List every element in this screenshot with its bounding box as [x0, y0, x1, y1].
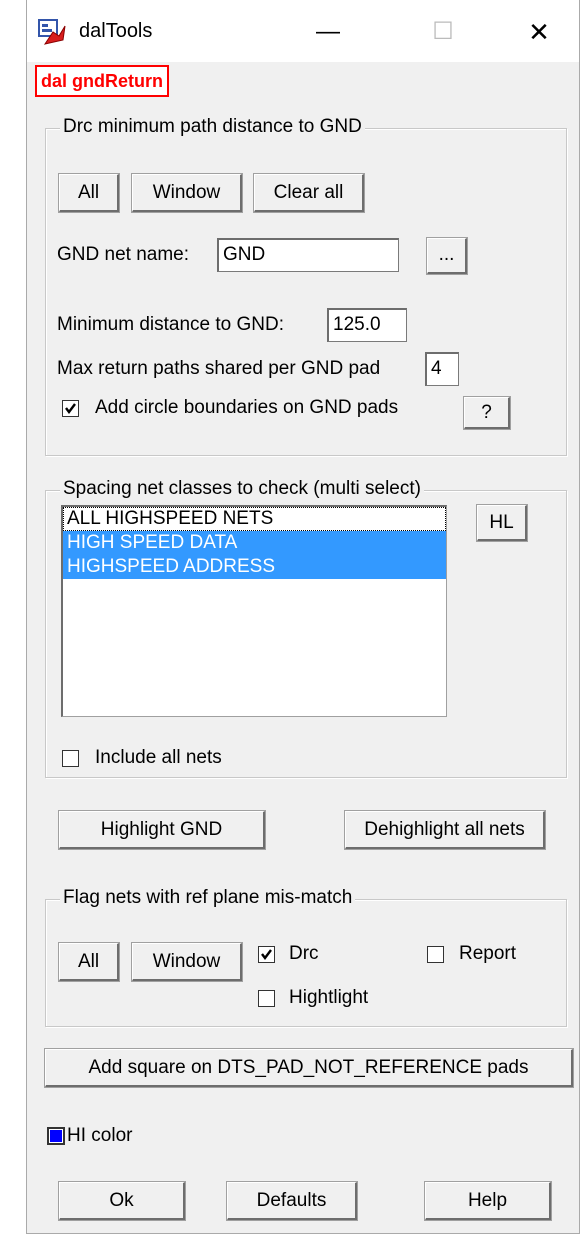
gnd-net-name-label: GND net name:: [57, 244, 189, 265]
highlight-checkbox[interactable]: [258, 990, 275, 1007]
close-icon[interactable]: ✕: [514, 10, 564, 54]
hl-button[interactable]: HL: [476, 504, 528, 542]
highlight-gnd-button[interactable]: Highlight GND: [58, 810, 266, 850]
max-return-paths-label: Max return paths shared per GND pad: [57, 358, 381, 379]
include-all-nets-label: Include all nets: [95, 747, 222, 768]
min-distance-label: Minimum distance to GND:: [57, 314, 285, 335]
app-icon: [37, 18, 67, 46]
gnd-net-name-input[interactable]: GND: [217, 238, 399, 272]
min-distance-input[interactable]: 125.0: [327, 308, 407, 342]
list-item[interactable]: HIGH SPEED DATA: [63, 531, 446, 555]
browse-net-button[interactable]: ...: [426, 237, 468, 275]
drc-group-legend: Drc minimum path distance to GND: [60, 116, 365, 138]
window-title: dalTools: [79, 20, 153, 42]
title-bar[interactable]: dalTools — ☐ ✕: [27, 0, 579, 62]
flag-all-button[interactable]: All: [58, 942, 120, 982]
drc-checkbox[interactable]: [258, 946, 275, 963]
max-return-paths-input[interactable]: 4: [425, 352, 459, 386]
highlight-label: Hightlight: [289, 987, 369, 1008]
tool-name-tag: dal gndReturn: [35, 65, 169, 97]
hi-color-swatch[interactable]: [47, 1127, 65, 1145]
help-question-button[interactable]: ?: [463, 396, 511, 430]
help-button[interactable]: Help: [424, 1181, 552, 1221]
hi-color-label: HI color: [67, 1125, 133, 1146]
circle-boundaries-checkbox[interactable]: [62, 400, 79, 417]
report-checkbox[interactable]: [427, 946, 444, 963]
maximize-icon[interactable]: ☐: [418, 10, 468, 54]
spacing-group-legend: Spacing net classes to check (multi sele…: [60, 478, 424, 500]
drc-label: Drc: [289, 943, 319, 964]
check-icon: [261, 949, 272, 960]
flag-nets-group-legend: Flag nets with ref plane mis-match: [60, 887, 356, 909]
minimize-icon[interactable]: —: [303, 10, 353, 54]
daltools-window: dalTools — ☐ ✕ dal gndReturn Drc minimum…: [26, 0, 580, 1234]
circle-boundaries-label: Add circle boundaries on GND pads: [95, 397, 399, 418]
list-item[interactable]: ALL HIGHSPEED NETS: [63, 507, 446, 531]
net-class-listbox[interactable]: ALL HIGHSPEED NETS HIGH SPEED DATA HIGHS…: [61, 505, 447, 717]
flag-window-button[interactable]: Window: [131, 942, 243, 982]
include-all-nets-checkbox[interactable]: [62, 750, 79, 767]
dehighlight-all-nets-button[interactable]: Dehighlight all nets: [344, 810, 546, 850]
drc-window-button[interactable]: Window: [131, 173, 243, 213]
report-label: Report: [459, 943, 517, 964]
list-item[interactable]: HIGHSPEED ADDRESS: [63, 555, 446, 579]
clear-all-button[interactable]: Clear all: [253, 173, 365, 213]
check-icon: [65, 403, 76, 414]
drc-all-button[interactable]: All: [58, 173, 120, 213]
add-square-button[interactable]: Add square on DTS_PAD_NOT_REFERENCE pads: [44, 1048, 574, 1088]
ok-button[interactable]: Ok: [58, 1181, 186, 1221]
defaults-button[interactable]: Defaults: [226, 1181, 358, 1221]
